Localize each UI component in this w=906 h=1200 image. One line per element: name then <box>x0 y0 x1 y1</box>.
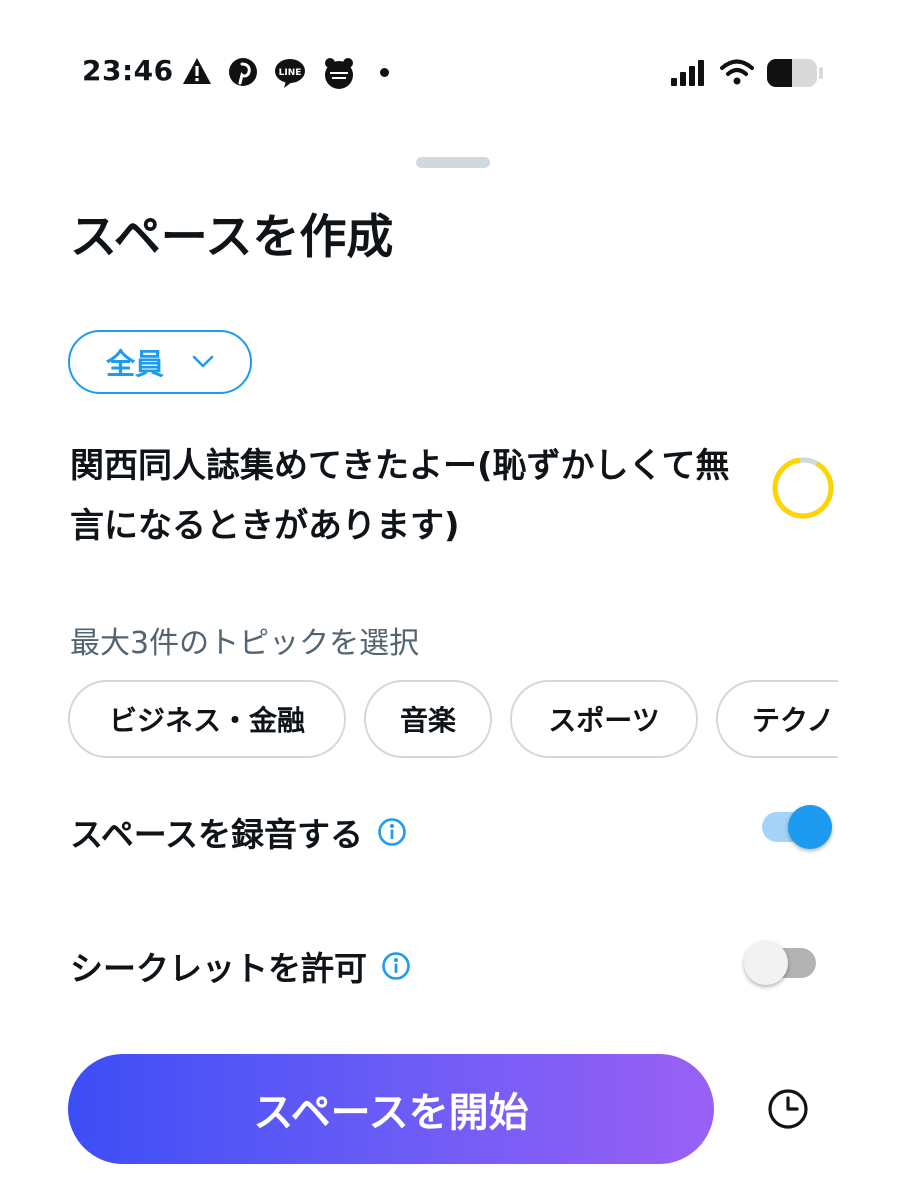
start-space-button[interactable]: スペースを開始 <box>68 1054 714 1164</box>
record-toggle[interactable] <box>762 804 834 850</box>
character-count-icon <box>772 457 834 519</box>
topic-chip-technology[interactable]: テクノ <box>716 680 838 758</box>
secret-label: シークレットを許可 <box>70 949 367 988</box>
topic-chip-business[interactable]: ビジネス・金融 <box>68 680 346 758</box>
warning-icon <box>183 58 211 84</box>
topic-chip-sports[interactable]: スポーツ <box>510 680 698 758</box>
record-label: スペースを録音する <box>70 815 364 854</box>
svg-text:LINE: LINE <box>279 68 302 78</box>
topics-label: 最大3件のトピックを選択 <box>70 626 420 661</box>
pinterest-icon <box>229 58 257 86</box>
topic-chip-music[interactable]: 音楽 <box>364 680 492 758</box>
record-setting: スペースを録音する <box>70 808 407 856</box>
info-icon[interactable] <box>381 951 411 981</box>
secret-toggle[interactable] <box>744 940 816 986</box>
topic-chip-list[interactable]: ビジネス・金融 音楽 スポーツ テクノ <box>68 680 838 760</box>
secret-setting: シークレットを許可 <box>70 942 411 990</box>
app-icon <box>325 58 353 89</box>
status-time: 23:46 <box>82 54 174 87</box>
line-icon: LINE <box>275 59 305 88</box>
signal-icon <box>671 60 704 86</box>
audience-selector[interactable]: 全員 <box>68 330 252 394</box>
wifi-icon <box>720 59 754 85</box>
battery-icon <box>767 59 823 87</box>
audience-label: 全員 <box>105 347 164 381</box>
secret-toggle-thumb <box>744 941 788 985</box>
record-toggle-thumb <box>788 805 832 849</box>
notification-dot-icon <box>380 68 389 77</box>
info-icon[interactable] <box>377 817 407 847</box>
sheet-drag-handle[interactable] <box>416 157 490 168</box>
clock-icon[interactable] <box>766 1087 810 1131</box>
page-title: スペースを作成 <box>70 210 394 265</box>
chevron-down-icon <box>192 355 214 368</box>
space-name-input[interactable]: 関西同人誌集めてきたよー(恥ずかしくて無言になるときがあります) <box>70 436 760 556</box>
